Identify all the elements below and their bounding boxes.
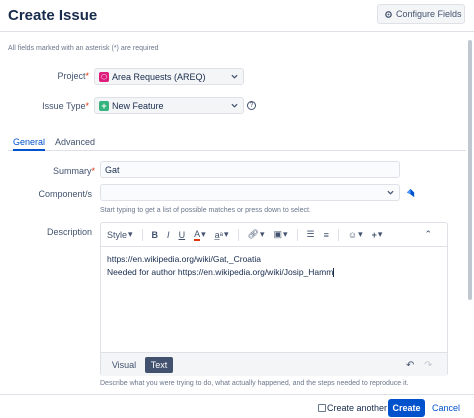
visual-mode-tab[interactable]: Visual [107, 357, 141, 373]
component-picker-icon[interactable] [405, 187, 416, 198]
create-another-label[interactable]: Create another [327, 403, 387, 413]
emoji-button[interactable]: ☺ ▾ [348, 229, 363, 240]
bullet-list-icon: ☰ [306, 229, 315, 239]
numbered-list-button[interactable]: ≡ [324, 230, 329, 240]
scrollbar[interactable] [468, 40, 472, 300]
link-button[interactable]: 🔗︎ ▾ [248, 229, 265, 240]
link-icon: 🔗︎ [247, 229, 259, 239]
issue-type-value: New Feature [112, 100, 164, 111]
editor-toolbar: Style ▾ B I U A ▾ a̲ᵃ ▾ 🔗︎ ▾ ▣ ▾ ☰ ≡ ☺ ▾ + ▾ ⌃ [101, 223, 447, 247]
plus-icon: + [371, 229, 377, 240]
chevron-down-icon: ▾ [201, 229, 206, 239]
chevron-down-icon: ▾ [128, 229, 133, 239]
chevron-down-icon [387, 190, 394, 195]
numbered-list-icon: ≡ [323, 229, 329, 240]
attachment-button[interactable]: ▣ ▾ [273, 229, 287, 240]
create-button[interactable]: Create [388, 399, 425, 417]
double-chevron-up-icon: ⌃ [424, 229, 432, 239]
description-editor[interactable]: Style ▾ B I U A ▾ a̲ᵃ ▾ 🔗︎ ▾ ▣ ▾ ☰ ≡ ☺ ▾ + ▾ ⌃ … [100, 222, 448, 376]
chevron-down-icon: ▾ [377, 229, 383, 239]
project-select[interactable]: ⬡ Area Requests (AREQ) [94, 68, 244, 85]
components-label: Component/s [38, 189, 92, 199]
new-feature-icon: + [99, 100, 109, 111]
cancel-button[interactable]: Cancel [432, 403, 460, 413]
components-input[interactable] [100, 184, 400, 201]
tab-bar: General Advanced [8, 137, 466, 151]
summary-label: Summary* [52, 166, 95, 176]
create-another-checkbox[interactable] [318, 404, 326, 412]
summary-input[interactable]: Gat [100, 161, 400, 178]
configure-fields-label: Configure Fields [396, 9, 462, 19]
underline-button[interactable]: U [179, 230, 186, 240]
tab-advanced[interactable]: Advanced [55, 137, 95, 147]
toolbar-divider [141, 228, 143, 241]
chevron-down-icon: ▾ [358, 229, 363, 239]
description-hint: Describe what you were trying to do, wha… [100, 380, 409, 387]
attachment-icon: ▣ [273, 229, 282, 239]
toolbar-divider [337, 228, 339, 241]
editor-mode-bar: Visual Text ↶ ↷ [101, 352, 447, 376]
chevron-down-icon: ▾ [282, 229, 288, 239]
collapse-toolbar-button[interactable]: ⌃ [424, 229, 432, 240]
text-effects-button[interactable]: a̲ᵃ ▾ [215, 229, 229, 240]
chevron-down-icon [231, 74, 238, 79]
text-color-button[interactable]: A ▾ [194, 229, 206, 241]
gear-icon [385, 10, 392, 18]
chevron-down-icon: ▾ [259, 229, 265, 239]
editor-content[interactable]: https://en.wikipedia.org/wiki/Gat,_Croat… [107, 253, 335, 279]
issue-type-select[interactable]: + New Feature [94, 97, 244, 114]
dialog-title: Create Issue [8, 7, 98, 24]
help-icon[interactable]: ? [247, 101, 256, 110]
configure-fields-button[interactable]: Configure Fields [377, 4, 465, 24]
components-hint: Start typing to get a list of possible m… [100, 207, 311, 214]
emoji-icon: ☺ [347, 229, 358, 240]
toolbar-divider [237, 228, 239, 241]
italic-button[interactable]: I [167, 230, 170, 240]
project-icon: ⬡ [99, 71, 109, 82]
description-line: Needed for author https://en.wikipedia.o… [107, 267, 335, 278]
text-cursor [333, 268, 335, 278]
bold-button[interactable]: B [152, 230, 159, 240]
style-dropdown[interactable]: Style ▾ [107, 229, 133, 240]
redo-icon[interactable]: ↷ [424, 360, 432, 371]
issue-type-label: Issue Type* [42, 101, 89, 111]
toolbar-divider [296, 228, 298, 241]
text-mode-tab[interactable]: Text [145, 357, 173, 373]
project-value: Area Requests (AREQ) [112, 71, 206, 82]
dialog-header: Create Issue Configure Fields [0, 0, 474, 32]
text-effects-icon: a̲ᵃ [214, 229, 223, 240]
description-line: https://en.wikipedia.org/wiki/Gat,_Croat… [107, 254, 262, 264]
chevron-down-icon: ▾ [223, 229, 229, 239]
chevron-down-icon [231, 103, 238, 108]
tab-general[interactable]: General [13, 137, 46, 151]
insert-more-button[interactable]: + ▾ [372, 229, 383, 240]
description-label: Description [46, 227, 92, 237]
undo-icon[interactable]: ↶ [406, 360, 414, 371]
project-label: Project* [57, 71, 89, 81]
required-note: All fields marked with an asterisk (*) a… [8, 45, 159, 52]
bullet-list-button[interactable]: ☰ [307, 229, 315, 240]
